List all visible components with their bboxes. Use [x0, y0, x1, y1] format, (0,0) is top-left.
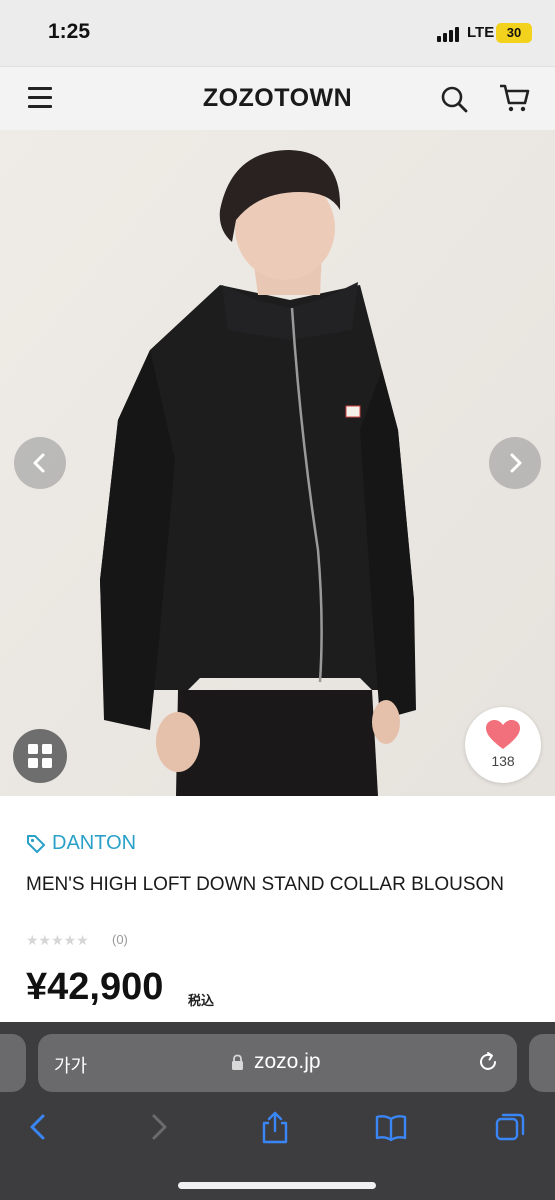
- cart-icon[interactable]: [498, 83, 530, 113]
- home-indicator: [178, 1182, 376, 1189]
- product-title: MEN'S HIGH LOFT DOWN STAND COLLAR BLOUSO…: [26, 874, 504, 895]
- site-header: ZOZOTOWN: [0, 66, 555, 130]
- text-size-button[interactable]: 가가: [54, 1052, 87, 1078]
- reload-icon[interactable]: [476, 1050, 500, 1074]
- grid-icon: [28, 744, 52, 768]
- lock-icon: [232, 1054, 243, 1070]
- status-time: 1:25: [48, 20, 91, 43]
- forward-icon[interactable]: [141, 1110, 175, 1144]
- bookmarks-icon[interactable]: [374, 1110, 408, 1144]
- favorite-button[interactable]: 138: [465, 707, 541, 783]
- battery-level: 30: [506, 25, 522, 40]
- search-icon[interactable]: [440, 85, 468, 113]
- tax-label: 税込: [188, 993, 215, 1008]
- address-bar[interactable]: 가가 zozo.jp: [38, 1034, 517, 1092]
- share-icon[interactable]: [258, 1110, 292, 1144]
- product-price: ¥42,900: [26, 966, 164, 1008]
- chevron-left-icon: [33, 453, 45, 473]
- product-image-gallery[interactable]: 138: [0, 130, 555, 796]
- url-text: zozo.jp: [254, 1050, 321, 1073]
- signal-icon: [437, 26, 461, 42]
- next-tab-preview[interactable]: [529, 1034, 555, 1092]
- previous-image-button[interactable]: [14, 437, 66, 489]
- thumbnail-grid-button[interactable]: [13, 729, 67, 783]
- favorite-count: 138: [491, 753, 515, 769]
- heart-icon: [486, 720, 520, 749]
- tabs-icon[interactable]: [493, 1110, 527, 1144]
- product-info: DANTON MEN'S HIGH LOFT DOWN STAND COLLAR…: [0, 796, 555, 1026]
- back-icon[interactable]: [22, 1110, 56, 1144]
- site-logo[interactable]: ZOZOTOWN: [0, 84, 555, 113]
- browser-bottom-bar: 가가 zozo.jp: [0, 1022, 555, 1200]
- rating-stars: ★★★★★: [26, 932, 89, 948]
- battery-icon: 30: [496, 23, 532, 43]
- next-image-button[interactable]: [489, 437, 541, 489]
- status-bar: 1:25 LTE 30: [0, 0, 555, 66]
- product-photo: [0, 130, 555, 796]
- previous-tab-preview[interactable]: [0, 1034, 26, 1092]
- tag-icon: [27, 835, 45, 853]
- review-count[interactable]: (0): [112, 932, 128, 947]
- brand-name: DANTON: [52, 832, 137, 854]
- network-label: LTE: [467, 24, 495, 41]
- chevron-right-icon: [510, 453, 522, 473]
